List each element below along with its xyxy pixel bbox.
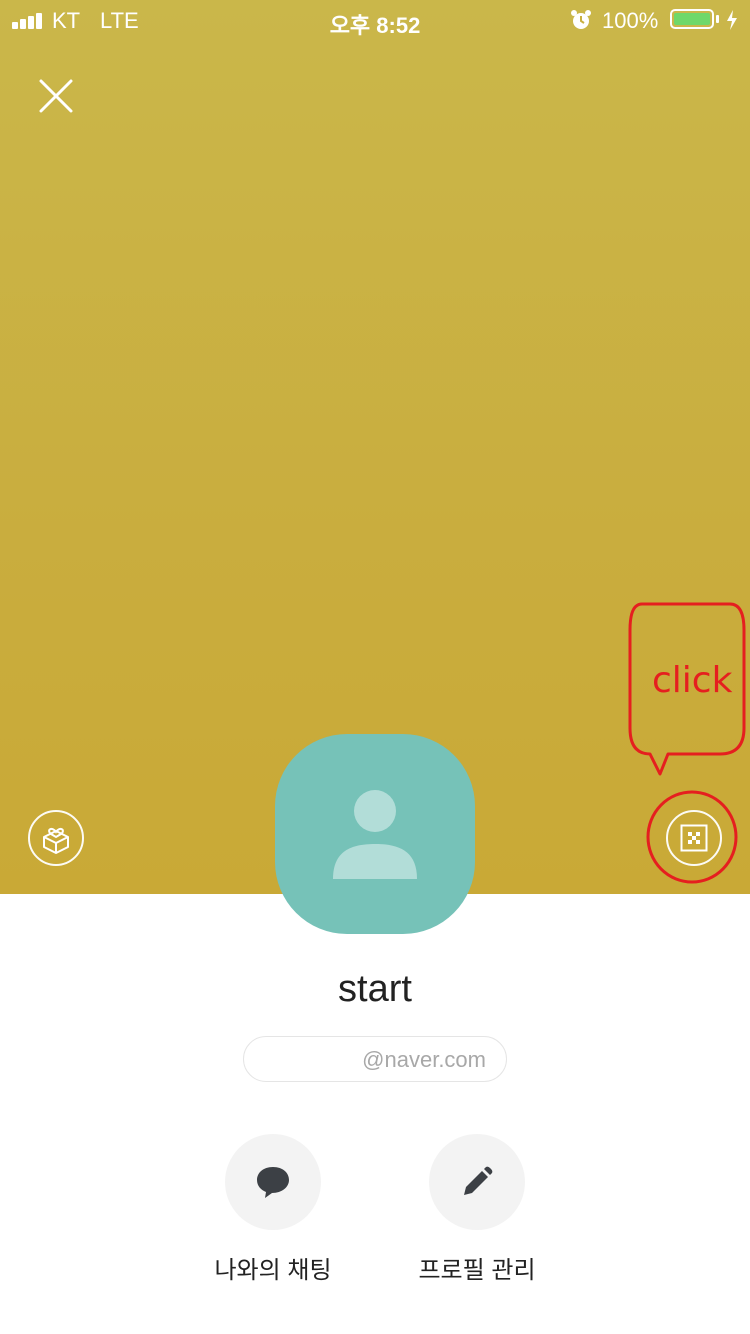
pencil-icon — [464, 1166, 493, 1195]
alarm-icon — [570, 9, 592, 37]
annotation-callout — [628, 602, 746, 884]
status-bar: KT LTE 오후 8:52 100% — [0, 0, 750, 40]
chat-with-me-label: 나와의 채팅 — [214, 1257, 332, 1284]
default-user-icon — [333, 790, 417, 879]
chat-with-me-button[interactable] — [225, 1134, 321, 1230]
profile-email: @naver.com — [243, 1036, 507, 1082]
close-button[interactable] — [36, 76, 76, 116]
edit-profile-label: 프로필 관리 — [418, 1257, 536, 1284]
gift-box-icon — [43, 827, 69, 854]
charging-icon — [726, 9, 738, 37]
battery-icon — [670, 9, 714, 29]
annotation-text: click — [652, 660, 733, 701]
battery-fill — [674, 13, 710, 25]
battery-percentage: 100% — [602, 8, 659, 33]
profile-email-text: @naver.com — [362, 1047, 486, 1072]
edit-profile-button[interactable] — [429, 1134, 525, 1230]
profile-avatar[interactable] — [275, 734, 475, 934]
battery-tip — [716, 15, 719, 23]
chat-bubble-icon — [257, 1167, 289, 1198]
profile-name: start — [338, 968, 412, 1010]
gift-button[interactable] — [28, 810, 84, 866]
close-icon — [39, 79, 73, 113]
